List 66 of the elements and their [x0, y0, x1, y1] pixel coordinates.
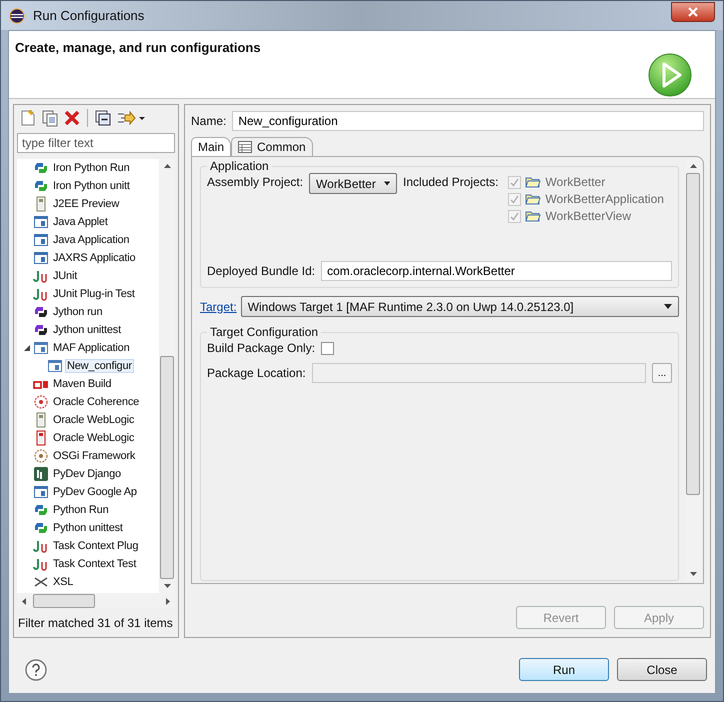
tree-item[interactable]: Task Context Plug [51, 539, 140, 553]
bundle-id-field[interactable]: com.oraclecorp.internal.WorkBetter [321, 261, 672, 281]
tree-item[interactable]: Maven Build [51, 377, 114, 391]
window-title: Run Configurations [33, 8, 144, 23]
header-title: Create, manage, and run configurations [15, 40, 261, 57]
dialog-button[interactable]: Close [617, 658, 707, 681]
tree-item[interactable]: Oracle WebLogic [51, 413, 136, 427]
tree-item[interactable]: Python Run [51, 503, 110, 517]
target-dropdown[interactable]: Windows Target 1 [MAF Runtime 2.3.0 on Uwp 14.0.25123.0] [240, 296, 679, 317]
package-location-label: Package Location: [207, 366, 306, 380]
tab[interactable]: Common [231, 137, 313, 156]
tree-item[interactable]: Oracle WebLogic [51, 431, 136, 445]
tree-item[interactable]: XSL [51, 575, 76, 589]
tree-item[interactable]: JUnit [51, 269, 80, 283]
table-icon [238, 141, 252, 153]
included-projects-label: Included Projects: [403, 175, 498, 189]
new-file-icon[interactable] [19, 109, 37, 127]
tree-item[interactable]: OSGi Framework [51, 449, 138, 463]
tree-item[interactable]: JUnit Plug-in Test [51, 287, 137, 301]
tree-item[interactable]: Jython unittest [51, 323, 123, 337]
expanded-arrow-icon[interactable] [23, 344, 31, 352]
close-icon [687, 6, 699, 16]
filter-dropdown-icon[interactable] [116, 109, 146, 127]
caret-icon [384, 181, 390, 186]
tab[interactable]: Main [191, 137, 232, 156]
project-name: WorkBetter [545, 175, 606, 189]
close-button[interactable] [671, 2, 715, 22]
name-field[interactable]: New_configuration [232, 111, 704, 131]
assembly-project-label: Assembly Project: [207, 175, 304, 189]
eclipse-icon [9, 8, 25, 24]
dialog-button[interactable]: Run [519, 658, 609, 681]
help-icon[interactable] [25, 658, 47, 680]
tree-item[interactable]: Python unittest [51, 521, 125, 535]
project-name: WorkBetterView [545, 209, 632, 223]
bundle-id-label: Deployed Bundle Id: [207, 264, 316, 278]
delete-icon[interactable] [63, 109, 81, 127]
target-link[interactable]: Target: [200, 300, 237, 314]
folder-icon [525, 209, 542, 223]
tree-item[interactable]: PyDev Django [51, 467, 123, 481]
tree-item[interactable]: New_configur [65, 359, 134, 373]
group-title: Target Configuration [209, 325, 320, 339]
tree-item[interactable]: Java Application [51, 233, 132, 247]
assembly-project-dropdown[interactable]: WorkBetter [309, 173, 398, 194]
filter-status: Filter matched 31 of 31 items [17, 615, 174, 632]
folder-icon [525, 192, 542, 206]
tree-item[interactable]: MAF Application [51, 341, 132, 355]
tree-item[interactable]: Task Context Test [51, 557, 138, 571]
copy-icon[interactable] [41, 109, 59, 127]
tree-item[interactable]: Iron Python unitt [51, 179, 132, 193]
group-title: Application [209, 159, 270, 173]
tree-item[interactable]: Iron Python Run [51, 161, 132, 175]
tree-item[interactable]: Oracle Coherence [51, 395, 142, 409]
tree-item[interactable]: Java Applet [51, 215, 110, 229]
filter-field[interactable]: type filter text [17, 133, 175, 153]
name-label: Name: [191, 114, 226, 128]
tree-item[interactable]: PyDev Google Ap [51, 485, 139, 499]
caret-icon [664, 304, 672, 309]
project-name: WorkBetterApplication [545, 192, 664, 206]
tree-item[interactable]: J2EE Preview [51, 197, 122, 211]
tree-item[interactable]: Jython run [51, 305, 104, 319]
checkbox[interactable] [321, 342, 334, 354]
folder-icon [525, 175, 542, 189]
build-package-label: Build Package Only: [207, 341, 316, 355]
tree-item[interactable]: JAXRS Applicatio [51, 251, 138, 265]
collapse-all-icon[interactable] [94, 109, 112, 127]
browse-button[interactable]: ... [652, 363, 672, 383]
